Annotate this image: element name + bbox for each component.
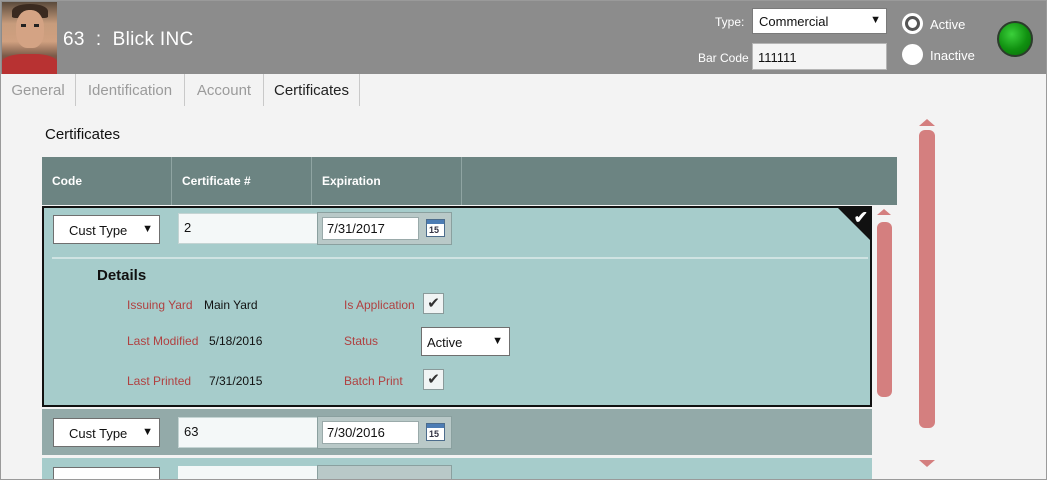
table-row[interactable]: Cust Type ▼ 63 7/30/2016 15 (42, 409, 872, 455)
check-icon: ✔ (427, 371, 440, 388)
inner-scroll-up-arrow[interactable] (877, 209, 891, 215)
chevron-down-icon: ▼ (870, 14, 881, 26)
last-printed-label: Last Printed (127, 374, 192, 388)
customer-title: 63 : Blick INC (63, 29, 194, 51)
app-window: 63 : Blick INC Type: Commercial ▼ Bar Co… (0, 0, 1047, 480)
column-header-expiration[interactable]: Expiration (312, 157, 462, 205)
barcode-label: Bar Code (698, 51, 749, 65)
inner-scrollbar-thumb[interactable] (877, 222, 892, 397)
chevron-down-icon: ▼ (492, 335, 503, 347)
code-select-value: Cust Type (69, 426, 128, 441)
issuing-yard-value: Main Yard (204, 298, 258, 312)
customer-name: Blick INC (112, 29, 194, 50)
customer-number: 63 (63, 29, 85, 50)
status-select-value: Active (427, 335, 463, 350)
outer-scroll-down-arrow[interactable] (919, 460, 935, 467)
certificate-input[interactable]: 63 (178, 417, 318, 448)
table-row[interactable]: Cust Type ▼ 2 7/31/2017 15 ✔ Details Iss… (42, 206, 872, 407)
expiration-date-picker: 7/30/2016 15 (317, 416, 452, 449)
status-select[interactable]: Active ▼ (421, 327, 510, 356)
code-select[interactable] (53, 467, 160, 479)
tab-bar: General Identification Account Certifica… (1, 74, 1046, 106)
expiration-date-picker: 7/31/2017 15 (317, 212, 452, 245)
customer-header: 63 : Blick INC Type: Commercial ▼ Bar Co… (1, 1, 1046, 74)
inactive-radio-label: Inactive (930, 48, 975, 63)
column-header-code[interactable]: Code (42, 157, 172, 205)
batch-print-checkbox[interactable]: ✔ (423, 369, 444, 390)
issuing-yard-label: Issuing Yard (127, 298, 193, 312)
expiration-date-input[interactable]: 7/31/2017 (322, 217, 419, 240)
last-modified-label: Last Modified (127, 334, 199, 348)
tab-general[interactable]: General (1, 74, 76, 106)
section-title: Certificates (45, 126, 121, 143)
expiration-date-picker[interactable] (317, 465, 452, 479)
expiration-date-input[interactable]: 7/30/2016 (322, 421, 419, 444)
last-printed-value: 7/31/2015 (209, 374, 263, 388)
customer-photo (2, 2, 57, 74)
outer-scroll-up-arrow[interactable] (919, 119, 935, 126)
type-select-value: Commercial (759, 14, 829, 29)
status-label: Status (344, 334, 379, 348)
chevron-down-icon: ▼ (142, 223, 153, 235)
certificate-input[interactable] (178, 466, 318, 479)
code-select[interactable]: Cust Type ▼ (53, 418, 160, 447)
calendar-icon[interactable]: 15 (426, 219, 445, 237)
inactive-radio[interactable] (902, 44, 923, 65)
status-indicator (997, 21, 1033, 57)
details-title: Details (97, 267, 147, 284)
code-select[interactable]: Cust Type ▼ (53, 215, 160, 244)
last-modified-value: 5/18/2016 (209, 334, 263, 348)
column-header-certificate[interactable]: Certificate # (172, 157, 312, 205)
certificate-input[interactable]: 2 (178, 213, 318, 244)
outer-scrollbar-thumb[interactable] (919, 130, 935, 428)
tab-certificates[interactable]: Certificates (263, 74, 360, 106)
active-radio[interactable] (902, 13, 923, 34)
check-icon: ✔ (427, 295, 440, 312)
is-application-label: Is Application (344, 298, 415, 312)
row-divider (52, 257, 868, 259)
type-label: Type: (715, 15, 745, 29)
check-icon: ✔ (853, 208, 868, 227)
table-row[interactable] (42, 458, 872, 479)
barcode-input[interactable]: 111111 (752, 43, 887, 70)
batch-print-label: Batch Print (344, 374, 403, 388)
tab-account[interactable]: Account (185, 74, 264, 106)
is-application-checkbox[interactable]: ✔ (423, 293, 444, 314)
grid-header: Code Certificate # Expiration (42, 157, 897, 205)
active-radio-label: Active (930, 17, 966, 32)
tab-identification[interactable]: Identification (76, 74, 185, 106)
code-select-value: Cust Type (69, 223, 128, 238)
title-separator: : (95, 29, 102, 50)
calendar-icon[interactable]: 15 (426, 423, 445, 441)
chevron-down-icon: ▼ (142, 426, 153, 438)
type-select[interactable]: Commercial ▼ (752, 8, 887, 34)
